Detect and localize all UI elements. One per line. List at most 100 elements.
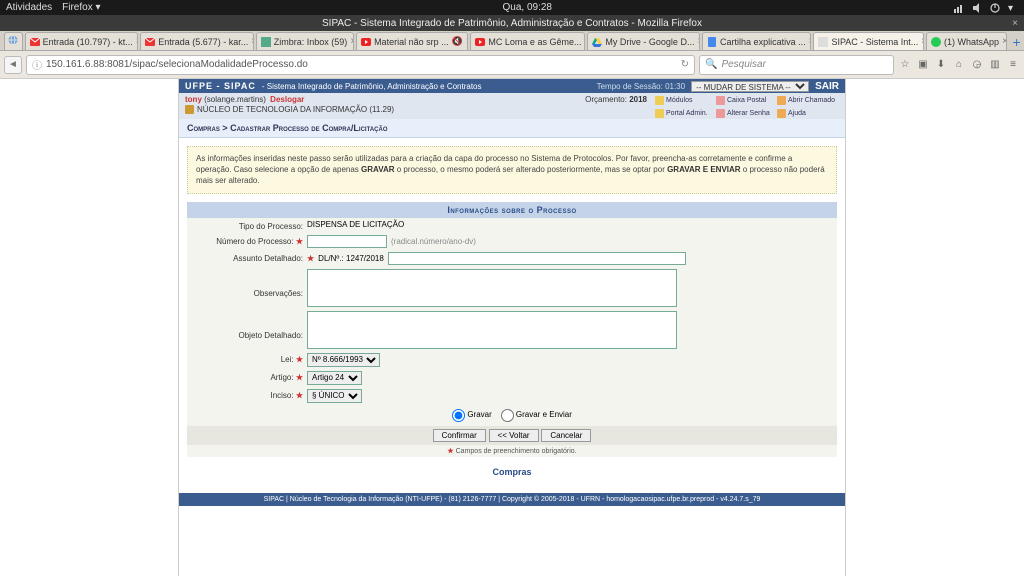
tab-close-icon[interactable]: × (584, 36, 585, 47)
radio-gravar-enviar-input[interactable] (501, 409, 514, 422)
required-mark: ★ (296, 355, 303, 364)
chamado-icon (777, 96, 786, 105)
required-mark: ★ (296, 237, 303, 246)
button-row: Confirmar << Voltar Cancelar (187, 426, 837, 445)
drive-icon (592, 37, 602, 47)
info-box: As informações inseridas neste passo ser… (187, 146, 837, 194)
globe-icon (8, 35, 18, 48)
link-modulos[interactable]: Módulos (655, 94, 715, 106)
session-timer: Tempo de Sessão: 01:30 (597, 82, 686, 91)
window-close-icon[interactable]: × (1012, 18, 1018, 29)
reload-icon[interactable]: ↻ (681, 59, 689, 70)
whatsapp-icon (931, 37, 941, 47)
search-box[interactable]: 🔍 Pesquisar (699, 55, 894, 75)
menu-icon[interactable]: ≡ (1006, 58, 1020, 72)
volume-icon[interactable] (972, 3, 982, 13)
tipo-value: DISPENSA DE LICITAÇÃO (307, 220, 404, 229)
tab-youtube-2[interactable]: MC Loma e as Gême...× (470, 32, 585, 50)
radio-row: Gravar Gravar e Enviar (187, 405, 837, 426)
breadcrumb: Compras > Cadastrar Processo de Compra/L… (179, 119, 845, 138)
nav-bar: ◄ ⓘ 150.161.6.88:8081/sipac/selecionaMod… (0, 51, 1024, 79)
tipo-label: Tipo do Processo: (191, 220, 307, 231)
tab-close-icon[interactable]: × (921, 36, 924, 47)
tab-doc[interactable]: Cartilha explicativa ...× (702, 32, 811, 50)
unit-icon (185, 105, 194, 114)
tab-whatsapp[interactable]: (1) WhatsApp× (926, 32, 1007, 50)
tab-gmail-2[interactable]: Entrada (5.677) - kar...× (140, 32, 254, 50)
lei-label: Lei: (281, 355, 294, 364)
required-note: ★Campos de preenchimento obrigatório. (187, 445, 837, 457)
power-icon[interactable] (990, 3, 1000, 13)
user-deslogar[interactable]: Deslogar (270, 95, 304, 104)
assunto-label: Assunto Detalhado: (191, 252, 307, 263)
youtube-icon (475, 37, 485, 47)
logout-sair[interactable]: SAIR (815, 81, 839, 92)
radio-gravar-input[interactable] (452, 409, 465, 422)
artigo-select[interactable]: Artigo 24 (307, 371, 362, 385)
tab-youtube-1[interactable]: Material não srp ...🔇× (356, 32, 468, 50)
tab-close-icon[interactable]: × (697, 36, 700, 47)
cancelar-button[interactable]: Cancelar (541, 429, 591, 442)
tab-drive[interactable]: My Drive - Google D...× (587, 32, 700, 50)
user-prefix: tony (185, 95, 202, 104)
orcamento-label: Orçamento: (585, 95, 627, 104)
assunto-input[interactable] (388, 252, 686, 265)
compras-link[interactable]: Compras (179, 461, 845, 483)
mute-icon[interactable]: 🔇 (452, 36, 463, 47)
inciso-select[interactable]: § ÚNICO (307, 389, 362, 403)
tab-strip: Entrada (10.797) - kt...× Entrada (5.677… (0, 31, 1024, 51)
caixa-icon (716, 96, 725, 105)
system-select[interactable]: -- MUDAR DE SISTEMA -- (691, 81, 809, 92)
tab-sipac[interactable]: SIPAC - Sistema Int...× (813, 32, 924, 50)
gmail-icon (30, 37, 40, 47)
back-button[interactable]: ◄ (4, 56, 22, 74)
home-icon[interactable]: ⌂ (952, 58, 966, 72)
tab-close-icon[interactable]: × (1002, 36, 1007, 47)
youtube-icon (361, 37, 371, 47)
search-icon: 🔍 (705, 59, 717, 70)
os-top-bar: Atividades Firefox ▾ Qua, 09:28 ▾ (0, 0, 1024, 15)
tab-close-icon[interactable]: × (466, 36, 469, 47)
os-clock: Qua, 09:28 (101, 2, 955, 13)
numero-label: Número do Processo: (216, 237, 293, 246)
firefox-app-menu[interactable]: Firefox ▾ (62, 2, 100, 13)
bookmark-star-icon[interactable]: ☆ (898, 58, 912, 72)
app-title: UFPE - SIPAC (185, 81, 256, 91)
link-ajuda[interactable]: Ajuda (777, 107, 839, 119)
pinned-tab[interactable] (4, 32, 23, 50)
dropdown-icon[interactable]: ▾ (1008, 3, 1018, 13)
link-portal-admin[interactable]: Portal Admin. (655, 107, 715, 119)
confirmar-button[interactable]: Confirmar (433, 429, 486, 442)
pocket-icon[interactable]: ▣ (916, 58, 930, 72)
lei-select[interactable]: Nº 8.666/1993 (307, 353, 380, 367)
portal-icon (655, 109, 664, 118)
numero-input[interactable] (307, 235, 387, 248)
library-icon[interactable]: ▥ (988, 58, 1002, 72)
new-tab-button[interactable]: + (1009, 34, 1024, 50)
objeto-textarea[interactable] (307, 311, 677, 349)
modulos-icon (655, 96, 664, 105)
radio-gravar[interactable]: Gravar (452, 410, 492, 419)
tab-gmail-1[interactable]: Entrada (10.797) - kt...× (25, 32, 139, 50)
app-header: UFPE - SIPAC - Sistema Integrado de Patr… (179, 79, 845, 93)
link-alterar-senha[interactable]: Alterar Senha (716, 107, 776, 119)
activities-label[interactable]: Atividades (6, 2, 52, 13)
voltar-button[interactable]: << Voltar (489, 429, 539, 442)
numero-hint: (radical.número/ano-dv) (391, 237, 476, 246)
tab-close-icon[interactable]: × (809, 36, 812, 47)
tab-close-icon[interactable]: × (251, 36, 254, 47)
obs-textarea[interactable] (307, 269, 677, 307)
objeto-label: Objeto Detalhado: (191, 311, 307, 340)
tab-close-icon[interactable]: × (136, 36, 139, 47)
link-abrir-chamado[interactable]: Abrir Chamado (777, 94, 839, 106)
info-icon[interactable]: ⓘ (32, 57, 42, 72)
url-text: 150.161.6.88:8081/sipac/selecionaModalid… (46, 59, 308, 70)
link-caixa-postal[interactable]: Caixa Postal (716, 94, 776, 106)
tab-zimbra[interactable]: Zimbra: Inbox (59)× (256, 32, 354, 50)
tab-close-icon[interactable]: × (350, 36, 354, 47)
network-icon[interactable] (954, 3, 964, 13)
downloads-icon[interactable]: ⬇ (934, 58, 948, 72)
address-bar[interactable]: ⓘ 150.161.6.88:8081/sipac/selecionaModal… (26, 55, 695, 75)
radio-gravar-enviar[interactable]: Gravar e Enviar (501, 410, 572, 419)
sync-icon[interactable]: ◶ (970, 58, 984, 72)
